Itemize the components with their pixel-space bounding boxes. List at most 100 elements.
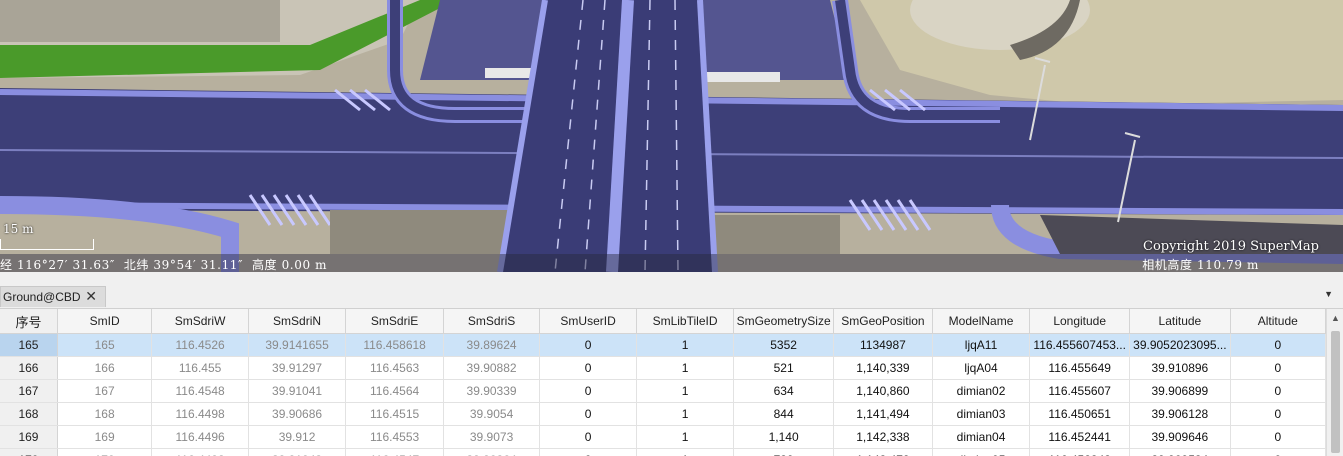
row-header-cell[interactable]: 165 [0,333,58,357]
table-cell[interactable]: 116.4553 [345,425,444,449]
column-header-smgeometrysize[interactable]: SmGeometrySize [733,309,834,334]
table-cell[interactable]: 0 [1230,402,1326,426]
table-cell[interactable]: 1,143,478 [833,448,933,456]
column-header-modelname[interactable]: ModelName [932,309,1031,334]
table-cell[interactable]: 5352 [733,333,834,357]
table-cell[interactable]: 0 [539,356,637,380]
row-header-cell[interactable]: 169 [0,425,58,449]
column-header-smsdris[interactable]: SmSdriS [443,309,541,334]
table-cell[interactable]: 0 [539,402,637,426]
table-cell[interactable]: 39.9052023095... [1129,333,1231,357]
table-cell[interactable]: 39.909534 [1129,448,1231,456]
map-3d-view[interactable]: 15 m Copyright 2019 SuperMap 经 116°27′ 3… [0,0,1343,272]
table-cell[interactable]: 1,141,494 [833,402,933,426]
close-icon[interactable]: ✕ [85,288,97,305]
table-cell[interactable]: 116.452441 [1029,425,1131,449]
table-cell[interactable]: 844 [733,402,834,426]
table-row[interactable]: 168 168 116.4498 39.90686 116.4515 39.9054 0 1 8… [0,402,1326,426]
column-header-altitude[interactable]: Altitude [1230,309,1326,334]
column-header-smsdrie[interactable]: SmSdriE [345,309,444,334]
table-cell[interactable]: 739 [733,448,834,456]
column-header-smgeoposition[interactable]: SmGeoPosition [833,309,933,334]
table-cell[interactable]: 1 [636,333,735,357]
table-cell[interactable]: 39.91297 [248,356,347,380]
table-cell[interactable]: 1 [636,448,735,456]
table-cell[interactable]: 170 [57,448,153,456]
column-header-index[interactable]: 序号 [0,309,58,334]
table-cell[interactable]: 39.909646 [1129,425,1231,449]
table-cell[interactable]: 0 [1230,425,1326,449]
column-header-latitude[interactable]: Latitude [1129,309,1231,334]
column-header-smsdriw[interactable]: SmSdriW [151,309,249,334]
table-cell[interactable]: 39.9054 [443,402,541,426]
table-cell[interactable]: 39.912 [248,425,347,449]
column-header-smlibtileid[interactable]: SmLibTileID [636,309,735,334]
table-cell[interactable]: 116.455 [151,356,249,380]
tab-ground-cbd[interactable]: Ground@CBD ✕ [0,286,106,307]
table-cell[interactable]: 116.4563 [345,356,444,380]
table-cell[interactable]: 39.90864 [443,448,541,456]
chevron-down-icon[interactable]: ▼ [1324,289,1333,299]
table-cell[interactable]: 116.450651 [1029,402,1131,426]
table-cell[interactable]: 0 [539,448,637,456]
table-row[interactable]: 169 169 116.4496 39.912 116.4553 39.9073 0 1 1,1… [0,425,1326,449]
table-cell[interactable]: 116.4564 [345,379,444,403]
table-cell[interactable]: 521 [733,356,834,380]
table-cell[interactable]: 39.910896 [1129,356,1231,380]
table-cell[interactable]: 116.4498 [151,448,249,456]
table-cell[interactable]: 39.90686 [248,402,347,426]
table-cell[interactable]: dimian03 [932,402,1031,426]
table-cell[interactable]: 116.4498 [151,402,249,426]
table-cell[interactable]: 39.9073 [443,425,541,449]
table-cell[interactable]: 116.458618 [345,333,444,357]
table-cell[interactable]: 39.906899 [1129,379,1231,403]
table-cell[interactable]: 1 [636,356,735,380]
table-cell[interactable]: 166 [57,356,153,380]
table-cell[interactable]: 1 [636,425,735,449]
table-cell[interactable]: 39.91041 [248,379,347,403]
table-cell[interactable]: 165 [57,333,153,357]
table-cell[interactable]: 0 [539,333,637,357]
table-cell[interactable]: 116.4548 [151,379,249,403]
table-cell[interactable]: 39.91043 [248,448,347,456]
vertical-scrollbar[interactable]: ▲ [1326,309,1343,456]
table-cell[interactable]: 39.90339 [443,379,541,403]
table-cell[interactable]: 1,140,339 [833,356,933,380]
column-header-smsdrin[interactable]: SmSdriN [248,309,347,334]
table-cell[interactable]: 116.4496 [151,425,249,449]
table-cell[interactable]: 116.455607 [1029,379,1131,403]
table-cell[interactable]: 1 [636,379,735,403]
table-cell[interactable]: 116.455649 [1029,356,1131,380]
table-cell[interactable]: 1,140,860 [833,379,933,403]
table-cell[interactable]: 1,142,338 [833,425,933,449]
table-cell[interactable]: 116.452343 [1029,448,1131,456]
table-cell[interactable]: 39.89624 [443,333,541,357]
column-header-smuserid[interactable]: SmUserID [539,309,637,334]
table-cell[interactable]: 634 [733,379,834,403]
table-cell[interactable]: 168 [57,402,153,426]
table-cell[interactable]: 0 [1230,448,1326,456]
table-row[interactable]: 170170116.449839.91043116.454739.9086401… [0,448,1326,456]
table-cell[interactable]: 1 [636,402,735,426]
table-cell[interactable]: 116.4515 [345,402,444,426]
table-row[interactable]: 167 167 116.4548 39.91041 116.4564 39.90339 0 1… [0,379,1326,403]
table-cell[interactable]: 0 [539,379,637,403]
table-cell[interactable]: 0 [1230,333,1326,357]
table-cell[interactable]: 0 [1230,356,1326,380]
row-header-cell[interactable]: 166 [0,356,58,380]
table-cell[interactable]: dimian05 [932,448,1031,456]
column-header-longitude[interactable]: Longitude [1029,309,1131,334]
scroll-up-icon[interactable]: ▲ [1331,313,1340,323]
table-cell[interactable]: 167 [57,379,153,403]
row-header-cell[interactable]: 170 [0,448,58,456]
table-cell[interactable]: 39.9141655 [248,333,347,357]
table-cell[interactable]: 1,140 [733,425,834,449]
row-header-cell[interactable]: 168 [0,402,58,426]
table-cell[interactable]: 169 [57,425,153,449]
table-cell[interactable]: ljqA04 [932,356,1031,380]
table-cell[interactable]: 0 [539,425,637,449]
table-cell[interactable]: 39.90882 [443,356,541,380]
row-header-cell[interactable]: 167 [0,379,58,403]
table-cell[interactable]: 39.906128 [1129,402,1231,426]
attribute-table[interactable]: 序号 SmID SmSdriW SmSdriN SmSdriE SmSdriS SmUser… [0,309,1326,456]
